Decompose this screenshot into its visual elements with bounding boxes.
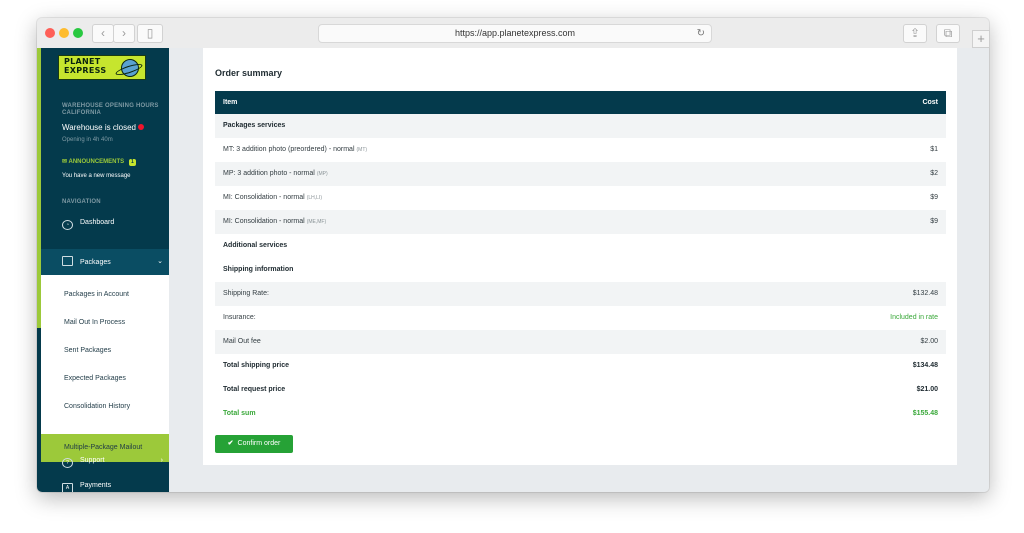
- new-tab-button[interactable]: +: [972, 30, 990, 48]
- envelope-icon: ✉: [62, 159, 68, 165]
- share-icon: ⇪: [909, 26, 921, 40]
- table-row-total-request: Total request price $21.00: [223, 386, 938, 393]
- back-button[interactable]: ‹: [92, 24, 114, 43]
- closed-status-dot-icon: [137, 124, 144, 130]
- table-row: MT: 3 addition photo (preordered) - norm…: [223, 146, 938, 153]
- navigation-label: NAVIGATION: [62, 199, 101, 205]
- table-row-total-sum: Total sum $155.48: [223, 410, 938, 417]
- reload-icon[interactable]: ↻: [697, 25, 705, 42]
- warehouse-status: Warehouse is closed: [62, 123, 144, 132]
- column-header-cost: Cost: [922, 99, 938, 106]
- dashboard-icon: ◔: [62, 220, 73, 230]
- submenu-mail-out-in-process[interactable]: Mail Out In Process: [64, 317, 125, 329]
- table-header: Item Cost: [215, 91, 946, 114]
- nav-dashboard[interactable]: ◔ Dashboard: [62, 217, 169, 230]
- table-row-total-shipping: Total shipping price $134.48: [223, 362, 938, 369]
- payments-icon: A: [62, 483, 73, 492]
- packages-submenu: Packages in Account Mail Out In Process …: [41, 275, 169, 462]
- table-row-mail-out-fee: Mail Out fee $2.00: [215, 330, 946, 354]
- chevron-right-icon: ›: [160, 457, 163, 464]
- close-window-button[interactable]: [45, 28, 55, 38]
- zoom-window-button[interactable]: [73, 28, 83, 38]
- submenu-consolidation-history[interactable]: Consolidation History: [64, 401, 130, 413]
- order-summary-card: Order summary Item Cost Packages service…: [203, 48, 957, 465]
- browser-toolbar: ‹ › ▯ https://app.planetexpress.com ↻ ⇪ …: [37, 18, 989, 49]
- nav-support[interactable]: ? Support ›: [62, 455, 169, 468]
- page-title: Order summary: [215, 68, 283, 78]
- chevron-left-icon: ‹: [101, 26, 105, 40]
- address-bar[interactable]: https://app.planetexpress.com ↻: [318, 24, 712, 43]
- chevron-right-icon: ›: [122, 26, 126, 40]
- opening-in-text: Opening in 4h 40m: [62, 137, 113, 143]
- section-row-packages-services: Packages services: [215, 114, 946, 138]
- submenu-packages-in-account[interactable]: Packages in Account: [64, 289, 129, 301]
- table-row: MI: Consolidation - normal (LH,LI) $9: [223, 194, 938, 201]
- planet-express-logo[interactable]: PLANET EXPRESS: [58, 55, 146, 80]
- section-row-shipping-information: Shipping information: [223, 266, 294, 273]
- plus-icon: +: [977, 31, 985, 46]
- url-text: https://app.planetexpress.com: [454, 28, 576, 38]
- warehouse-hours-label: WAREHOUSE OPENING HOURS CALIFORNIA: [62, 103, 159, 116]
- sidebar-toggle-button[interactable]: ▯: [137, 24, 163, 43]
- submenu-multiple-package-mailout[interactable]: Multiple-Package Mailout: [64, 442, 142, 454]
- table-row: MI: Consolidation - normal (ME,MF) $9: [215, 210, 946, 234]
- table-row-shipping-rate: Shipping Rate: $132.48: [215, 282, 946, 306]
- submenu-expected-packages[interactable]: Expected Packages: [64, 373, 126, 385]
- sidebar: PLANET EXPRESS WAREHOUSE OPENING HOURS C…: [37, 48, 169, 492]
- sidebar-toggle-icon: ▯: [146, 26, 154, 40]
- logo-text: PLANET EXPRESS: [64, 57, 107, 75]
- announcement-message[interactable]: You have a new message: [62, 173, 131, 179]
- announcements-count-badge: 1: [128, 159, 136, 166]
- section-row-additional-services: Additional services: [223, 242, 288, 249]
- column-header-item: Item: [223, 99, 238, 106]
- share-button[interactable]: ⇪: [903, 24, 927, 43]
- announcements-label[interactable]: ✉ ANNOUNCEMENTS 1: [62, 158, 136, 166]
- support-icon: ?: [62, 458, 73, 468]
- main-content: Order summary Item Cost Packages service…: [169, 48, 989, 492]
- browser-window: ‹ › ▯ https://app.planetexpress.com ↻ ⇪ …: [37, 18, 989, 492]
- table-row-insurance: Insurance: Included in rate: [223, 314, 938, 321]
- tabs-button[interactable]: ⧉: [936, 24, 960, 43]
- tabs-icon: ⧉: [943, 26, 953, 40]
- chevron-down-icon: ⌄: [157, 258, 163, 265]
- minimize-window-button[interactable]: [59, 28, 69, 38]
- confirm-order-button[interactable]: ✔ Confirm order: [215, 435, 293, 453]
- nav-payments[interactable]: A Payments: [62, 480, 169, 492]
- checkmark-icon: ✔: [227, 440, 234, 447]
- submenu-sent-packages[interactable]: Sent Packages: [64, 345, 111, 357]
- nav-packages[interactable]: Packages ⌄: [62, 256, 169, 269]
- forward-button[interactable]: ›: [113, 24, 135, 43]
- table-row: MP: 3 addition photo - normal (MP) $2: [215, 162, 946, 186]
- package-icon: [62, 256, 73, 266]
